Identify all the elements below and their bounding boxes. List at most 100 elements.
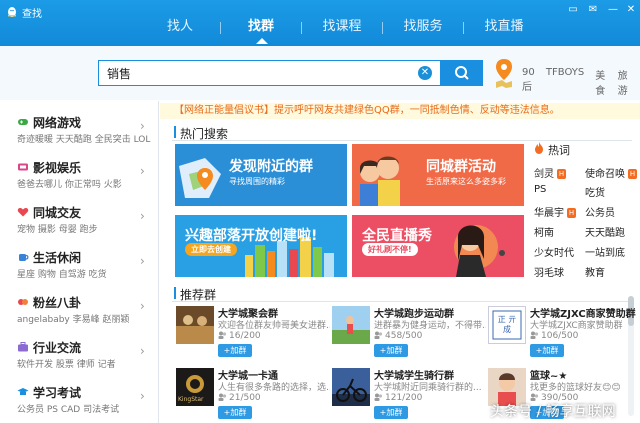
sidebar-item-label: 影视娱乐 [33,161,82,175]
tab-find-courses[interactable]: 找课程 [302,16,382,46]
tab-find-groups[interactable]: 找群 [221,16,301,46]
sidebar-item-leisure[interactable]: 生活休闲 星座 购物 自驾游 吃货 › [0,244,158,289]
group-card[interactable]: 大学城跑步运动群 进群暴为健身运动，不得带... 458/500 +加群 [332,306,486,360]
group-avatar: KingStar [176,368,214,406]
minimize-button[interactable]: — [606,4,620,15]
recommended-groups-header: 推荐群 [172,284,632,302]
hot-search-header: 热门搜索 [172,123,632,141]
sidebar-item-label: 学习考试 [33,386,82,400]
banner-live-show[interactable]: 全民直播秀 好礼刷不停! [352,215,524,277]
hot-tag[interactable]: 旅游 [618,67,629,97]
members-icon [218,331,227,339]
sidebar-item-tags: angelababy 李易峰 赵丽颖 [17,315,130,325]
join-group-button[interactable]: +加群 [218,344,252,357]
message-icon[interactable]: ✉ [586,4,600,15]
group-card[interactable]: KingStar 大学城一卡通 人生有很多条路的选择，选... 21/500 +… [176,368,330,422]
group-avatar [332,306,370,344]
group-member-count: 458/500 [374,331,422,341]
hot-tag[interactable]: TFBOYS [546,67,584,97]
hotword-item[interactable]: 少女时代 [534,244,574,259]
hot-tag[interactable]: 美食 [595,67,606,97]
hotword-item[interactable]: 华晨宇 H [534,204,576,219]
hot-badge: H [628,169,637,179]
hotword-item[interactable]: 吃货 [585,184,605,199]
hotword-item[interactable]: 天天酷跑 [585,224,625,239]
sidebar-item-local-dating[interactable]: 同城交友 宠物 摄影 母婴 跑步 › [0,199,158,244]
group-card[interactable]: 大学城聚会群 欢迎各位群友帅哥美女进群... 16/200 +加群 [176,306,330,360]
cup-icon [19,254,29,261]
hotword-item[interactable]: 教育 [585,264,605,279]
hotword-item[interactable]: 羽毛球 [534,264,564,279]
join-group-button[interactable]: +加群 [218,406,252,419]
close-button[interactable]: ✕ [624,4,638,15]
banner-title: 发现附近的群 [229,159,313,175]
sidebar-item-industry[interactable]: 行业交流 软件开发 股票 律师 记者 › [0,334,158,379]
hotword-item[interactable]: 柯南 [534,224,554,239]
location-pin-icon[interactable] [494,58,514,88]
main-tabs: 找人 找群 找课程 找服务 找直播 [140,16,544,46]
banner-interest-tribe[interactable]: 兴趣部落开放创建啦! 立即去创建 [175,215,347,277]
search-input[interactable]: 销售 ✕ [98,60,441,86]
hotword-item[interactable]: 一站到底 [585,244,625,259]
group-avatar [176,306,214,344]
search-input-value[interactable]: 销售 [107,65,131,82]
banner-title: 全民直播秀 [362,228,432,244]
hotword-item[interactable]: 剑灵 H [534,165,566,180]
tab-find-live[interactable]: 找直播 [464,16,544,46]
join-group-button[interactable]: +加群 [374,406,408,419]
create-tribe-link[interactable]: 立即去创建 [185,243,237,256]
category-sidebar: 网络游戏 奇迹暖暖 天天酷跑 全民突击 LOL › 影视娱乐 爸爸去哪儿 你正常… [0,101,159,423]
group-avatar: 正 亓 成 [488,306,526,344]
members-icon [530,331,539,339]
group-description: 找更多的篮球好友😊😊 [530,383,621,393]
qq-penguin-icon [8,7,16,17]
clear-search-icon[interactable]: ✕ [418,66,432,80]
sidebar-item-games[interactable]: 网络游戏 奇迹暖暖 天天酷跑 全民突击 LOL › [0,109,158,154]
sidebar-item-label: 生活休闲 [33,251,82,265]
banner-subtitle: 寻找周围的精彩 [229,177,285,186]
fan-star-icon [18,299,28,305]
group-description: 欢迎各位群友帅哥美女进群... [218,321,330,331]
notice-banner[interactable]: 【网络正能量倡议书】提示呼吁网友共建绿色QQ群，一同抵制色情、反动等违法信息。 [160,103,640,119]
group-member-count: 121/200 [374,393,422,403]
watermark-text: 头条号 / 畅享互联网 [490,404,616,420]
sidebar-item-entertainment[interactable]: 影视娱乐 爸爸去哪儿 你正常吗 火影 › [0,154,158,199]
sidebar-item-study-exam[interactable]: 学习考试 公务员 PS CAD 司法考试 › [0,379,158,423]
sidebar-item-fans-gossip[interactable]: 粉丝八卦 angelababy 李易峰 赵丽颖 › [0,289,158,334]
chevron-right-icon: › [140,299,145,313]
members-icon [374,393,383,401]
hotword-item[interactable]: 公务员 [585,204,615,219]
banner-city-activities[interactable]: 同城群活动 生活原来这么多姿多彩 [352,144,524,206]
banner-nearby-groups[interactable]: 发现附近的群 寻找周围的精彩 [175,144,347,206]
search-icon [455,66,469,80]
group-member-count: 16/200 [218,331,261,341]
section-title: 推荐群 [180,288,217,302]
search-button[interactable] [441,60,483,86]
kingstar-logo-text: KingStar [178,396,204,403]
briefcase-icon [18,342,28,352]
members-icon [374,331,383,339]
section-accent-bar [174,126,176,138]
section-title: 热门搜索 [180,127,229,141]
chevron-right-icon: › [140,164,145,178]
join-group-button[interactable]: +加群 [530,344,564,357]
sidebar-item-label: 粉丝八卦 [33,296,82,310]
tab-find-services[interactable]: 找服务 [383,16,463,46]
sidebar-item-tags: 公务员 PS CAD 司法考试 [17,405,120,415]
tab-find-people[interactable]: 找人 [140,16,220,46]
window-title: 查找 [22,9,42,20]
join-group-button[interactable]: +加群 [374,344,408,357]
hotword-item[interactable]: PS [534,184,546,195]
group-card[interactable]: 大学城学生骑行群 大学城附近同乘骑行群的... 121/200 +加群 [332,368,482,422]
chevron-right-icon: › [140,119,145,133]
group-card[interactable]: 正 亓 成 大学城ZJXC商家赞助群 大学城ZJXC商家赞助群 106/500 … [488,306,638,360]
chevron-right-icon: › [140,344,145,358]
flame-icon [535,142,543,154]
hotword-item[interactable]: 使命召唤 H [585,165,637,180]
chevron-right-icon: › [140,209,145,223]
sidebar-item-tags: 宠物 摄影 母婴 跑步 [17,225,98,235]
hot-tag[interactable]: 90后 [522,67,535,97]
live-show-link[interactable]: 好礼刷不停! [362,243,418,256]
sidebar-item-label: 行业交流 [33,341,82,355]
skin-icon[interactable]: ▭ [566,4,580,15]
